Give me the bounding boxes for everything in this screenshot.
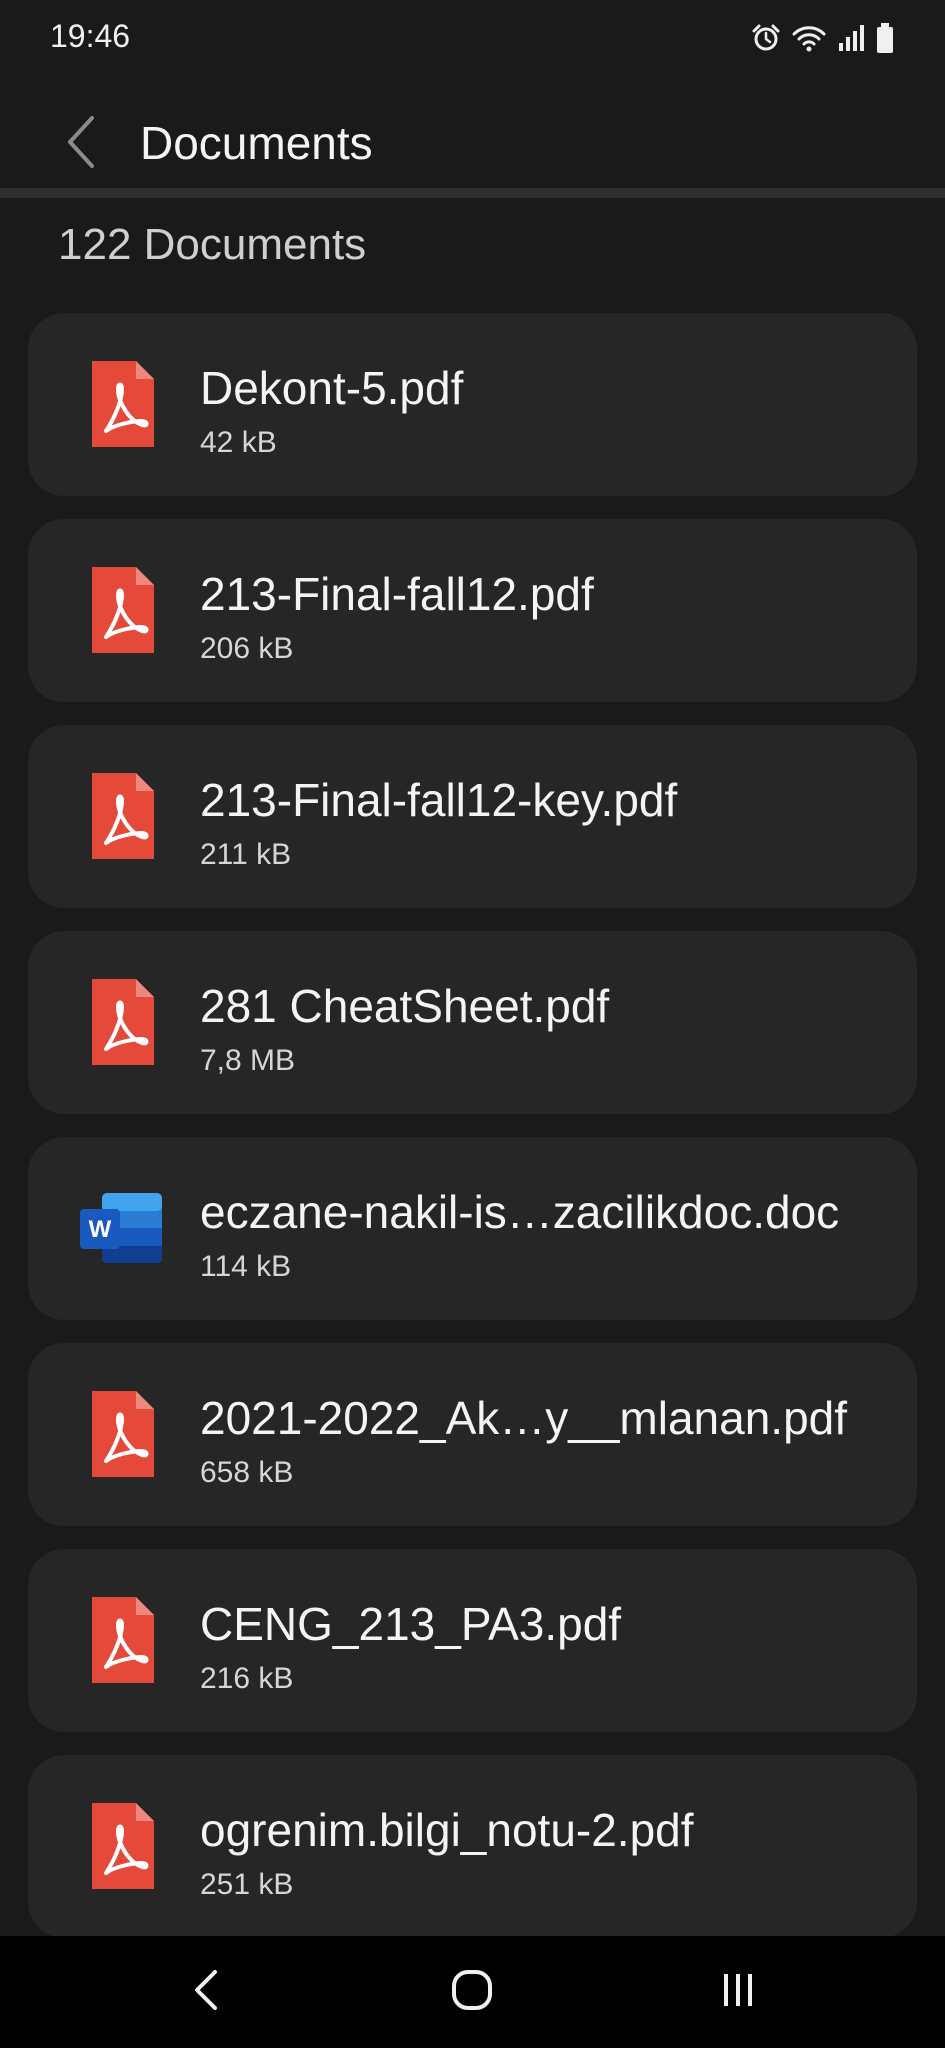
document-size: 206 kB [200, 632, 294, 665]
document-item[interactable]: ogrenim.bilgi_notu-2.pdf 251 kB [28, 1755, 917, 1938]
document-size: 7,8 MB [200, 1044, 296, 1077]
back-icon [191, 1968, 221, 2017]
document-item[interactable]: Dekont-5.pdf 42 kB [28, 313, 917, 496]
app-bar: Documents [0, 100, 945, 188]
document-name: eczane-nakil-is…zacilikdoc.doc [200, 1186, 840, 1238]
navigation-bar [0, 1936, 945, 2048]
status-icons [751, 20, 895, 56]
document-name: 281 CheatSheet.pdf [200, 980, 610, 1032]
document-name: 213-Final-fall12-key.pdf [200, 774, 678, 826]
document-size: 658 kB [200, 1456, 294, 1489]
header-divider [0, 188, 945, 198]
pdf-file-icon [78, 977, 168, 1067]
nav-recents-button[interactable] [698, 1962, 778, 2022]
document-size: 114 kB [200, 1250, 292, 1283]
document-item[interactable]: W eczane-nakil-is…zacilikdoc.doc 114 kB [28, 1137, 917, 1320]
document-name: CENG_213_PA3.pdf [200, 1598, 622, 1650]
status-time: 19:46 [50, 18, 131, 54]
signal-icon [837, 23, 865, 53]
pdf-file-icon [78, 1595, 168, 1685]
wifi-icon [791, 23, 827, 53]
document-name: 2021-2022_Ak…y__mlanan.pdf [200, 1392, 848, 1444]
document-name: ogrenim.bilgi_notu-2.pdf [200, 1804, 694, 1856]
document-item[interactable]: 2021-2022_Ak…y__mlanan.pdf 658 kB [28, 1343, 917, 1526]
screen: 19:46 Documents 122 Documents Dekont-5.p… [0, 0, 945, 2048]
document-name: Dekont-5.pdf [200, 362, 464, 414]
documents-list: Dekont-5.pdf 42 kB 213-Final-fall12.pdf … [28, 313, 917, 1961]
pdf-file-icon [78, 1389, 168, 1479]
recents-icon [718, 1970, 758, 2015]
document-size: 216 kB [200, 1662, 294, 1695]
pdf-file-icon [78, 771, 168, 861]
document-item[interactable]: 281 CheatSheet.pdf 7,8 MB [28, 931, 917, 1114]
document-size: 211 kB [200, 838, 292, 871]
svg-text:W: W [89, 1216, 112, 1243]
document-item[interactable]: 213-Final-fall12-key.pdf 211 kB [28, 725, 917, 908]
pdf-file-icon [78, 1801, 168, 1891]
nav-back-button[interactable] [166, 1962, 246, 2022]
battery-icon [875, 22, 895, 54]
word-file-icon: W [78, 1183, 168, 1273]
alarm-icon [751, 23, 781, 53]
page-title: Documents [140, 117, 373, 169]
documents-count: 122 Documents [58, 220, 367, 269]
home-icon [450, 1968, 494, 2017]
nav-home-button[interactable] [432, 1962, 512, 2022]
document-name: 213-Final-fall12.pdf [200, 568, 594, 620]
document-size: 42 kB [200, 426, 277, 459]
chevron-left-icon [64, 114, 98, 175]
pdf-file-icon [78, 565, 168, 655]
status-bar: 19:46 [0, 0, 945, 74]
document-item[interactable]: 213-Final-fall12.pdf 206 kB [28, 519, 917, 702]
document-item[interactable]: CENG_213_PA3.pdf 216 kB [28, 1549, 917, 1732]
document-size: 251 kB [200, 1868, 294, 1901]
pdf-file-icon [78, 359, 168, 449]
back-button[interactable] [56, 114, 106, 174]
